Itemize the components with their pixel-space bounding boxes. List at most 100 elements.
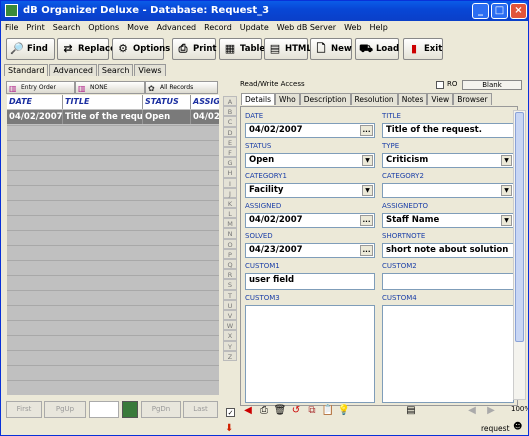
custom2-field[interactable]: [382, 273, 514, 290]
category1-select[interactable]: Facility ▼: [245, 183, 375, 198]
prev-record-icon[interactable]: ◀: [465, 404, 479, 418]
tab-standard[interactable]: Standard: [4, 64, 49, 76]
category2-select[interactable]: ▼: [382, 183, 514, 198]
menu-advanced[interactable]: Advanced: [153, 21, 201, 34]
find-button[interactable]: 🔎 Find: [6, 38, 55, 60]
alpha-index-z[interactable]: Z: [223, 350, 237, 361]
alpha-index-r[interactable]: R: [223, 269, 237, 280]
status-select[interactable]: Open ▼: [245, 153, 375, 168]
menu-web-db-server[interactable]: Web dB Server: [273, 21, 340, 34]
pgdn-button[interactable]: PgDn: [141, 401, 181, 418]
custom1-field[interactable]: user field: [245, 273, 375, 290]
minimize-button[interactable]: _: [472, 3, 489, 19]
checkbox-icon[interactable]: ✓: [226, 408, 235, 417]
print-button[interactable]: ⎙ Print: [172, 38, 216, 60]
solved-picker-button[interactable]: ...: [360, 245, 373, 256]
type-select[interactable]: Criticism ▼: [382, 153, 514, 168]
shortnote-field[interactable]: short note about solution: [382, 243, 514, 258]
scrollbar-thumb[interactable]: [515, 112, 524, 342]
undo-icon[interactable]: ↺: [289, 404, 303, 418]
alpha-index-i[interactable]: I: [223, 177, 237, 188]
alpha-index-a[interactable]: A: [223, 96, 237, 107]
table-row[interactable]: 04/02/2007 Title of the request. Open 04…: [7, 110, 219, 124]
title-bar[interactable]: dB Organizer Deluxe - Database: Request_…: [1, 1, 528, 21]
copy-record-icon[interactable]: ⧉: [305, 404, 319, 418]
alpha-index-c[interactable]: C: [223, 116, 237, 127]
custom3-textarea[interactable]: [245, 305, 375, 403]
chevron-down-icon[interactable]: ▼: [501, 185, 512, 196]
printer-icon[interactable]: ⎙: [257, 404, 271, 418]
tab-views[interactable]: Views: [134, 64, 166, 76]
pgup-button[interactable]: PgUp: [44, 401, 86, 418]
alpha-index-b[interactable]: B: [223, 106, 237, 117]
lightbulb-icon[interactable]: 💡: [337, 404, 351, 418]
alpha-index-d[interactable]: D: [223, 126, 237, 137]
alpha-index-n[interactable]: N: [223, 228, 237, 239]
color-picker-icon[interactable]: [122, 401, 138, 418]
page-input[interactable]: [89, 401, 119, 418]
tab-who[interactable]: Who: [275, 93, 300, 105]
alpha-index-w[interactable]: W: [223, 320, 237, 331]
alpha-index-g[interactable]: G: [223, 157, 237, 168]
alpha-index-u[interactable]: U: [223, 299, 237, 310]
tab-browser[interactable]: Browser: [453, 93, 492, 105]
ro-checkbox[interactable]: [436, 81, 444, 89]
menu-web[interactable]: Web: [340, 21, 365, 34]
alpha-index-x[interactable]: X: [223, 330, 237, 341]
alpha-index-h[interactable]: H: [223, 167, 237, 178]
alpha-index-s[interactable]: S: [223, 279, 237, 290]
alpha-index-l[interactable]: L: [223, 208, 237, 219]
assigned-field[interactable]: 04/02/2007...: [245, 213, 375, 228]
paste-icon[interactable]: 📋: [321, 404, 335, 418]
col-assigned[interactable]: ASSIG: [191, 95, 219, 109]
tab-notes[interactable]: Notes: [397, 93, 428, 105]
menu-search[interactable]: Search: [49, 21, 84, 34]
solved-field[interactable]: 04/23/2007...: [245, 243, 375, 258]
tab-advanced[interactable]: Advanced: [49, 64, 97, 76]
tab-view[interactable]: View: [427, 93, 454, 105]
chevron-down-icon[interactable]: ▼: [501, 215, 512, 226]
chevron-down-icon[interactable]: ▼: [501, 155, 512, 166]
exit-button[interactable]: ▮ Exit: [403, 38, 443, 60]
title-field[interactable]: Title of the request.: [382, 123, 514, 138]
alpha-index-e[interactable]: E: [223, 136, 237, 147]
blank-button[interactable]: Blank: [462, 80, 522, 90]
alpha-index-o[interactable]: O: [223, 238, 237, 249]
chevron-down-icon[interactable]: ▼: [362, 185, 373, 196]
alpha-index-y[interactable]: Y: [223, 340, 237, 351]
arrow-left-icon[interactable]: ◀: [241, 404, 255, 418]
menu-file[interactable]: File: [1, 21, 22, 34]
close-button[interactable]: ×: [510, 3, 527, 19]
tab-resolution[interactable]: Resolution: [350, 93, 398, 105]
entry-order-button[interactable]: ▥ Entry Order: [6, 81, 75, 94]
tab-search[interactable]: Search: [97, 64, 134, 76]
menu-move[interactable]: Move: [123, 21, 152, 34]
options-button[interactable]: ⚙ Options: [112, 38, 170, 60]
tab-details[interactable]: Details: [241, 93, 276, 105]
assignedto-select[interactable]: Staff Name ▼: [382, 213, 514, 228]
new-button[interactable]: 🗋 New: [310, 38, 352, 60]
col-status[interactable]: STATUS: [143, 95, 191, 109]
alpha-index-k[interactable]: K: [223, 197, 237, 209]
alpha-index-f[interactable]: F: [223, 146, 237, 158]
custom4-textarea[interactable]: [382, 305, 514, 403]
first-button[interactable]: First: [6, 401, 42, 418]
alpha-index-p[interactable]: P: [223, 248, 237, 259]
alpha-index-m[interactable]: M: [223, 218, 237, 229]
html-button[interactable]: ▤ HTML: [264, 38, 312, 60]
menu-print[interactable]: Print: [22, 21, 48, 34]
load-button[interactable]: ⛟ Load: [355, 38, 399, 60]
none-button[interactable]: ▥ NONE: [75, 81, 145, 94]
alpha-index-v[interactable]: V: [223, 309, 237, 321]
chevron-down-icon[interactable]: ▼: [362, 155, 373, 166]
all-records-button[interactable]: ✿ All Records: [145, 81, 218, 94]
col-date[interactable]: DATE: [7, 95, 63, 109]
next-record-icon[interactable]: ▶: [484, 404, 498, 418]
report-icon[interactable]: ▤: [404, 404, 418, 418]
maximize-button[interactable]: □: [491, 3, 508, 19]
table-button[interactable]: ▦ Table: [219, 38, 265, 60]
form-scrollbar[interactable]: [513, 110, 526, 400]
menu-record[interactable]: Record: [200, 21, 236, 34]
menu-help[interactable]: Help: [366, 21, 392, 34]
date-picker-button[interactable]: ...: [360, 125, 373, 136]
